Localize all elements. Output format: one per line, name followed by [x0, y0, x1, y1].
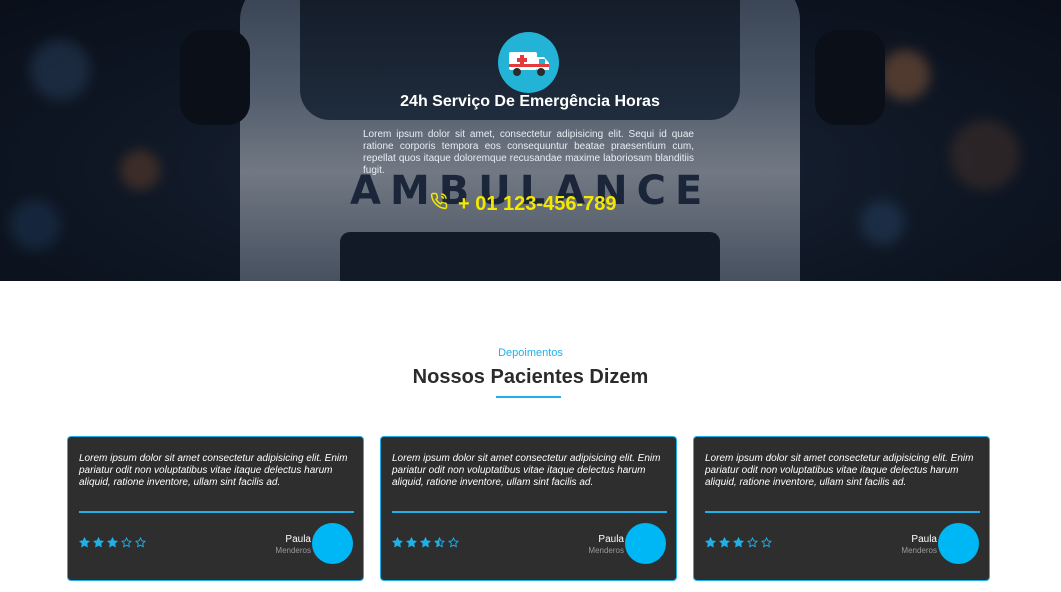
- author-name: Paula: [598, 534, 624, 545]
- section-title: Nossos Pacientes Dizem: [412, 366, 649, 388]
- emergency-phone-link[interactable]: + 01 123-456-789: [430, 192, 616, 216]
- hero-title: 24h Serviço De Emergência Horas: [400, 93, 660, 110]
- card-divider: [392, 511, 667, 513]
- star-icon-full: [420, 537, 431, 548]
- star-rating: [705, 537, 772, 548]
- star-rating: [79, 537, 146, 548]
- star-icon-full: [705, 537, 716, 548]
- ambulance-icon: [498, 32, 559, 93]
- testimonial-author: Paula Menderos: [588, 534, 624, 555]
- star-icon-full: [406, 537, 417, 548]
- testimonial-quote: Lorem ipsum dolor sit amet consectetur a…: [392, 453, 661, 488]
- star-icon-empty: [121, 537, 132, 548]
- author-name: Paula: [285, 534, 311, 545]
- title-underline: [496, 396, 561, 398]
- star-icon-full: [79, 537, 90, 548]
- testimonial-author: Paula Menderos: [275, 534, 311, 555]
- card-divider: [79, 511, 354, 513]
- star-icon-full: [93, 537, 104, 548]
- avatar: [938, 523, 979, 564]
- testimonial-quote: Lorem ipsum dolor sit amet consectetur a…: [79, 453, 348, 488]
- avatar: [312, 523, 353, 564]
- phone-number: + 01 123-456-789: [458, 192, 617, 215]
- star-icon-empty: [135, 537, 146, 548]
- author-subtitle: Menderos: [275, 546, 311, 555]
- author-name: Paula: [911, 534, 937, 545]
- author-subtitle: Menderos: [901, 546, 937, 555]
- author-subtitle: Menderos: [588, 546, 624, 555]
- phone-icon: [430, 192, 448, 216]
- testimonial-author: Paula Menderos: [901, 534, 937, 555]
- star-rating: [392, 537, 459, 548]
- star-icon-full: [107, 537, 118, 548]
- star-icon-full: [733, 537, 744, 548]
- star-icon-half: [434, 537, 445, 548]
- star-icon-full: [392, 537, 403, 548]
- testimonial-card: Lorem ipsum dolor sit amet consectetur a…: [380, 436, 677, 581]
- avatar: [625, 523, 666, 564]
- star-icon-full: [719, 537, 730, 548]
- testimonial-card: Lorem ipsum dolor sit amet consectetur a…: [67, 436, 364, 581]
- testimonial-quote: Lorem ipsum dolor sit amet consectetur a…: [705, 453, 974, 488]
- testimonial-card: Lorem ipsum dolor sit amet consectetur a…: [693, 436, 990, 581]
- hero-banner: AMBULANCE 24h Serviço De Emergência Hora…: [0, 0, 1061, 281]
- hero-description: Lorem ipsum dolor sit amet, consectetur …: [363, 129, 694, 176]
- card-divider: [705, 511, 980, 513]
- star-icon-empty: [448, 537, 459, 548]
- star-icon-empty: [747, 537, 758, 548]
- section-kicker: Depoimentos: [498, 347, 563, 359]
- star-icon-empty: [761, 537, 772, 548]
